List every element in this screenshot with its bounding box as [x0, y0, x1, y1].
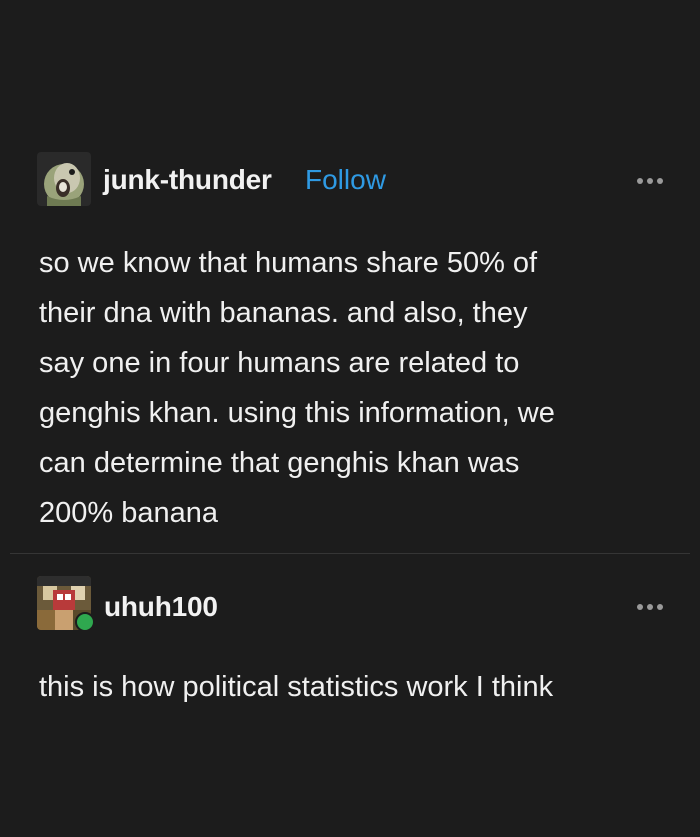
username[interactable]: junk-thunder [103, 164, 272, 196]
post-junk-thunder: junk-thunder Follow so we know that huma… [0, 148, 700, 529]
parrot-avatar-icon [37, 152, 91, 206]
divider [10, 553, 690, 554]
post-body: this is how political statistics work I … [39, 671, 554, 703]
avatar[interactable] [37, 152, 91, 206]
more-horizontal-icon[interactable] [636, 176, 664, 186]
post-header: uhuh100 [0, 574, 700, 638]
post-uhuh100: uhuh100 this is how political statistics… [0, 574, 700, 703]
follow-button[interactable]: Follow [305, 164, 386, 196]
more-horizontal-icon[interactable] [636, 602, 664, 612]
reblog-icon [75, 612, 95, 632]
username[interactable]: uhuh100 [104, 591, 218, 623]
post-header: junk-thunder Follow [0, 148, 700, 212]
post-body: so we know that humans share 50% of thei… [39, 247, 555, 529]
